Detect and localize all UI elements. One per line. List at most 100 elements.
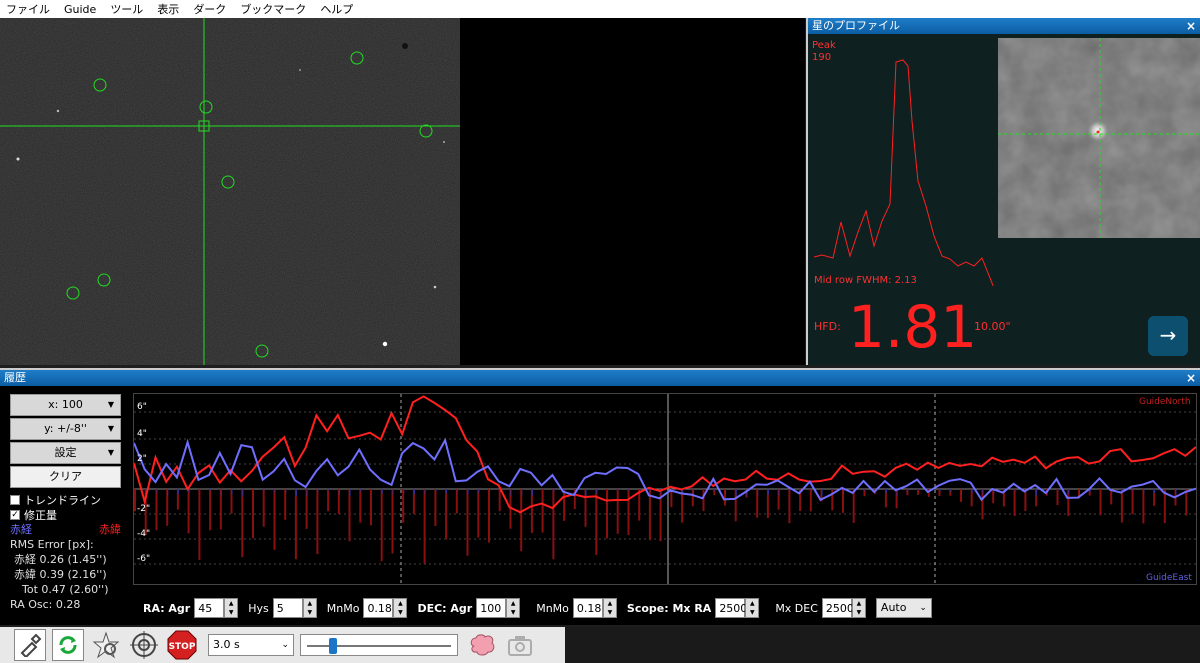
ra-correction-bar xyxy=(585,489,587,497)
star-profile-panel: 星のプロファイル × Peak 190 Mid row FWHM: 2.13 H… xyxy=(806,18,1200,365)
dec-agr-spinner[interactable]: 100 ▲ ▼ xyxy=(476,598,521,618)
trendline-label: トレンドライン xyxy=(24,493,101,507)
checkbox-checked-icon: ✓ xyxy=(10,509,20,520)
correction-bar xyxy=(809,489,812,512)
spinner-arrows-icon[interactable]: ▲ ▼ xyxy=(602,598,617,618)
exposure-dropdown[interactable]: 3.0 s ⌄ xyxy=(208,634,294,656)
mode-dropdown[interactable]: Auto ⌄ xyxy=(875,598,932,618)
camera-settings-icon[interactable] xyxy=(504,629,536,661)
usb-connect-icon[interactable] xyxy=(14,629,46,661)
menu-view[interactable]: 表示 xyxy=(157,1,179,17)
guide-params-bar: RA: Agr 45 ▲ ▼ Hys 5 ▲ ▼ MnMo 0.18 ▲ ▼ DEC: Ag… xyxy=(133,595,1200,621)
correction-bar xyxy=(520,489,523,552)
correction-bar xyxy=(294,489,297,560)
spinner-arrows-icon[interactable]: ▲ ▼ xyxy=(745,598,760,618)
star-field xyxy=(0,18,460,365)
ra-mnmo-value[interactable]: 0.18 xyxy=(363,598,394,618)
ra-agr-spinner[interactable]: 45 ▲ ▼ xyxy=(194,598,239,618)
hys-value[interactable]: 5 xyxy=(272,598,303,618)
rms-total: Tot 0.47 (2.60'') xyxy=(22,583,109,596)
dec-mnmo-value[interactable]: 0.18 xyxy=(572,598,603,618)
ra-correction-bar xyxy=(628,489,630,492)
x-scale-label: x: 100 xyxy=(48,398,83,411)
menu-tools[interactable]: ツール xyxy=(110,1,143,17)
ra-correction-bar xyxy=(381,489,383,494)
mx-dec-value[interactable]: 2500 xyxy=(821,598,854,618)
hfd-label: HFD: xyxy=(814,320,841,333)
ra-agr-value[interactable]: 45 xyxy=(194,598,225,618)
menu-help[interactable]: ヘルプ xyxy=(320,1,353,17)
ra-correction-bar xyxy=(285,489,287,494)
ra-agr-label: RA: Agr xyxy=(143,601,191,615)
ra-correction-bar xyxy=(617,489,619,490)
brain-icon[interactable] xyxy=(466,629,498,661)
ra-correction-bar xyxy=(1175,489,1177,495)
profile-close-button[interactable]: × xyxy=(1186,18,1196,34)
guide-target-icon[interactable] xyxy=(128,629,160,661)
correction-bar xyxy=(391,489,394,554)
auto-select-star-icon[interactable] xyxy=(90,629,122,661)
mx-ra-value[interactable]: 2500 xyxy=(715,598,747,618)
mx-ra-spinner[interactable]: 2500 ▲ ▼ xyxy=(715,598,760,618)
hys-spinner[interactable]: 5 ▲ ▼ xyxy=(272,598,317,618)
ra-correction-bar xyxy=(767,489,769,495)
history-close-button[interactable]: × xyxy=(1186,370,1196,386)
slider-thumb[interactable] xyxy=(329,638,337,654)
menu-file[interactable]: ファイル xyxy=(6,1,50,17)
corrections-checkbox[interactable]: ✓ 修正量 xyxy=(10,507,125,522)
correction-bar xyxy=(530,489,533,533)
ra-correction-bar xyxy=(1068,489,1070,495)
correction-bar xyxy=(595,489,598,555)
chevron-down-icon: ▼ xyxy=(107,448,114,457)
ra-correction-bar xyxy=(907,489,909,492)
correction-bar xyxy=(273,489,276,550)
x-scale-dropdown[interactable]: x: 100 ▼ xyxy=(10,394,121,416)
ra-correction-bar xyxy=(231,489,233,495)
mx-dec-spinner[interactable]: 2500 ▲ ▼ xyxy=(821,598,866,618)
spinner-arrows-icon[interactable]: ▲ ▼ xyxy=(393,598,408,618)
correction-bar xyxy=(187,489,190,534)
spinner-arrows-icon[interactable]: ▲ ▼ xyxy=(224,598,239,618)
guide-graph-svg: 6" 4" 2" -2" -4" -6" GuideNorth GuideEas… xyxy=(133,394,1198,584)
ra-correction-bar xyxy=(210,489,212,491)
guide-graph[interactable]: 6" 4" 2" -2" -4" -6" GuideNorth GuideEas… xyxy=(133,393,1198,585)
settings-dropdown[interactable]: 設定 ▼ xyxy=(10,442,121,464)
correction-bar xyxy=(348,489,351,542)
menu-dark[interactable]: ダーク xyxy=(193,1,226,17)
guide-north-legend: GuideNorth xyxy=(1139,397,1191,407)
loop-icon[interactable] xyxy=(52,629,84,661)
spinner-arrows-icon[interactable]: ▲ ▼ xyxy=(851,598,866,618)
gamma-slider[interactable] xyxy=(300,634,458,656)
menu-bookmarks[interactable]: ブックマーク xyxy=(240,1,306,17)
history-title-bar: 履歴 × xyxy=(0,370,1200,386)
dec-mnmo-spinner[interactable]: 0.18 ▲ ▼ xyxy=(572,598,617,618)
stop-label: STOP xyxy=(169,642,196,652)
spinner-arrows-icon[interactable]: ▲ ▼ xyxy=(302,598,317,618)
ra-correction-bar xyxy=(435,489,437,492)
correction-bar xyxy=(627,489,630,535)
y-tick-m4: -4" xyxy=(137,529,150,539)
arrow-right-icon[interactable]: → xyxy=(1148,316,1188,356)
ra-legend: 赤経 xyxy=(10,523,32,536)
ra-mnmo-spinner[interactable]: 0.18 ▲ ▼ xyxy=(363,598,408,618)
chevron-down-icon: ⌄ xyxy=(919,603,927,613)
menu-guide[interactable]: Guide xyxy=(64,3,96,16)
menu-bar: ファイル Guide ツール 表示 ダーク ブックマーク ヘルプ xyxy=(0,0,1200,18)
ra-correction-bar xyxy=(1057,489,1059,491)
dec-agr-value[interactable]: 100 xyxy=(476,598,507,618)
ra-correction-bar xyxy=(810,489,812,492)
camera-view[interactable] xyxy=(0,18,460,365)
ra-correction-bar xyxy=(1132,489,1134,492)
spinner-arrows-icon[interactable]: ▲ ▼ xyxy=(506,598,521,618)
trendline-checkbox[interactable]: トレンドライン xyxy=(10,492,125,507)
chevron-down-icon: ▼ xyxy=(107,424,114,433)
correction-bar xyxy=(155,489,158,531)
ra-correction-bar xyxy=(220,489,222,497)
clear-button[interactable]: クリア xyxy=(10,466,121,488)
ra-correction-bar xyxy=(371,489,372,490)
ra-correction-bar xyxy=(392,489,394,495)
ra-correction-bar xyxy=(918,489,920,490)
stop-icon[interactable]: STOP xyxy=(166,629,198,661)
y-scale-dropdown[interactable]: y: +/-8'' ▼ xyxy=(10,418,121,440)
ra-correction-bar xyxy=(177,489,179,495)
